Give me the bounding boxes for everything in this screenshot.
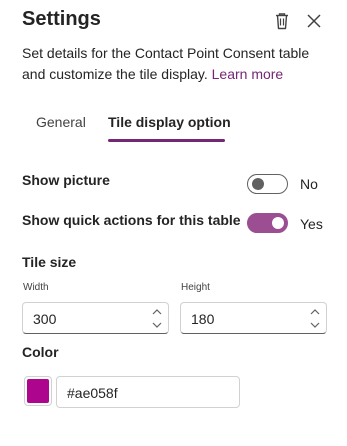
- height-spin-buttons: [308, 305, 322, 331]
- chevron-up-icon: [310, 309, 320, 315]
- panel-header: Settings: [22, 8, 327, 34]
- show-picture-state: No: [300, 176, 318, 192]
- toggle-knob: [272, 217, 284, 229]
- width-spinbutton: [22, 302, 169, 334]
- height-input[interactable]: [191, 309, 301, 329]
- close-icon[interactable]: [303, 10, 325, 32]
- show-quick-actions-state: Yes: [300, 216, 323, 232]
- chevron-up-icon: [152, 309, 162, 315]
- tab-general[interactable]: General: [36, 108, 86, 136]
- height-spinbutton: [180, 302, 327, 334]
- width-input[interactable]: [33, 309, 143, 329]
- selected-tab-indicator: [108, 139, 225, 142]
- width-label: Width: [23, 282, 49, 293]
- show-quick-actions-toggle[interactable]: [247, 213, 288, 233]
- toggle-knob: [252, 178, 264, 190]
- learn-more-link[interactable]: Learn more: [212, 66, 284, 82]
- width-increment-button[interactable]: [150, 305, 164, 317]
- show-quick-actions-label: Show quick actions for this table: [22, 212, 241, 228]
- trash-icon[interactable]: [271, 10, 293, 32]
- show-picture-label: Show picture: [22, 172, 110, 188]
- height-increment-button[interactable]: [308, 305, 322, 317]
- height-decrement-button[interactable]: [308, 318, 322, 330]
- show-picture-toggle[interactable]: [247, 174, 288, 194]
- chevron-down-icon: [310, 322, 320, 328]
- color-label: Color: [22, 344, 59, 360]
- width-spin-buttons: [150, 305, 164, 331]
- height-label: Height: [181, 282, 210, 293]
- color-swatch-button[interactable]: [24, 376, 52, 406]
- panel-title: Settings: [22, 8, 101, 30]
- chevron-down-icon: [152, 322, 162, 328]
- tab-tile-display-option[interactable]: Tile display option: [108, 108, 231, 136]
- panel-description: Set details for the Contact Point Consen…: [22, 43, 327, 85]
- color-swatch: [27, 379, 49, 403]
- tile-size-label: Tile size: [22, 254, 77, 270]
- color-hex-input[interactable]: [67, 383, 227, 403]
- width-decrement-button[interactable]: [150, 318, 164, 330]
- color-field: [56, 376, 240, 408]
